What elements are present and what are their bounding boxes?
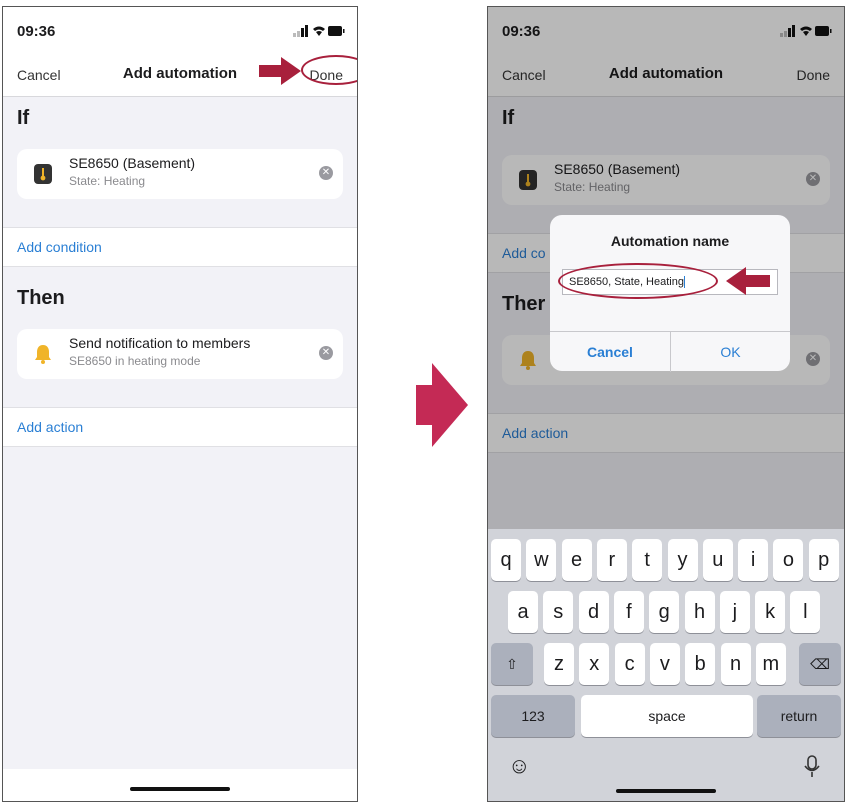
thermostat-icon xyxy=(34,164,52,184)
microphone-icon[interactable] xyxy=(804,755,820,779)
condition-title: SE8650 (Basement) xyxy=(69,155,196,171)
key-t[interactable]: t xyxy=(632,539,663,581)
key-c[interactable]: c xyxy=(614,643,645,685)
key-v[interactable]: v xyxy=(649,643,680,685)
dialog-ok-button[interactable]: OK xyxy=(670,332,790,372)
highlight-ellipse xyxy=(558,263,718,299)
status-icons xyxy=(293,25,345,37)
keyboard-row-1: qwertyuiop xyxy=(488,539,844,581)
numbers-key[interactable]: 123 xyxy=(491,695,575,737)
if-heading: If xyxy=(17,107,30,129)
key-h[interactable]: h xyxy=(684,591,715,633)
key-w[interactable]: w xyxy=(526,539,557,581)
shift-key[interactable]: ⇧ xyxy=(491,643,533,685)
key-p[interactable]: p xyxy=(808,539,839,581)
key-y[interactable]: y xyxy=(667,539,698,581)
key-i[interactable]: i xyxy=(738,539,769,581)
transition-arrow-icon xyxy=(416,363,468,447)
bell-icon xyxy=(35,345,51,364)
key-o[interactable]: o xyxy=(773,539,804,581)
keyboard-row-3: ⇧ ⌫ zxcvbnm xyxy=(488,643,844,685)
key-g[interactable]: g xyxy=(649,591,680,633)
key-k[interactable]: k xyxy=(755,591,786,633)
phone-screen-left: 09:36 Cancel Add automation Done If SE86… xyxy=(2,6,358,802)
phone-screen-right: 09:36 Cancel Add automation Done If SE86… xyxy=(487,6,845,802)
key-b[interactable]: b xyxy=(685,643,716,685)
key-m[interactable]: m xyxy=(755,643,786,685)
dialog-title: Automation name xyxy=(610,233,730,249)
key-l[interactable]: l xyxy=(790,591,821,633)
key-d[interactable]: d xyxy=(578,591,609,633)
keyboard-row-4: 123 space return xyxy=(488,695,844,737)
key-s[interactable]: s xyxy=(543,591,574,633)
key-n[interactable]: n xyxy=(720,643,751,685)
key-j[interactable]: j xyxy=(719,591,750,633)
add-condition-row[interactable]: Add condition xyxy=(3,227,357,267)
key-u[interactable]: u xyxy=(702,539,733,581)
status-bar: 09:36 xyxy=(3,7,357,53)
home-indicator xyxy=(616,789,716,793)
dialog-cancel-button[interactable]: Cancel xyxy=(550,332,670,372)
on-screen-keyboard: qwertyuiop asdfghjkl ⇧ ⌫ zxcvbnm 123 spa… xyxy=(488,529,844,801)
add-action-link[interactable]: Add action xyxy=(17,419,83,435)
then-heading: Then xyxy=(17,287,65,309)
key-x[interactable]: x xyxy=(579,643,610,685)
key-z[interactable]: z xyxy=(544,643,574,685)
return-key[interactable]: return xyxy=(757,695,841,737)
emoji-icon[interactable]: ☺ xyxy=(508,753,530,779)
arrow-icon xyxy=(726,267,770,295)
backspace-key[interactable]: ⌫ xyxy=(799,643,841,685)
condition-subtitle: State: Heating xyxy=(69,174,146,188)
home-area xyxy=(3,769,357,801)
add-action-row[interactable]: Add action xyxy=(3,407,357,447)
add-condition-link[interactable]: Add condition xyxy=(17,239,102,255)
space-key[interactable]: space xyxy=(581,695,753,737)
action-subtitle: SE8650 in heating mode xyxy=(69,354,201,368)
key-q[interactable]: q xyxy=(491,539,521,581)
automation-name-dialog: Automation name SE8650, State, Heating C… xyxy=(550,215,790,372)
keyboard-row-2: asdfghjkl xyxy=(488,591,844,633)
home-indicator xyxy=(130,787,230,791)
dialog-buttons: Cancel OK xyxy=(550,331,790,372)
key-r[interactable]: r xyxy=(596,539,627,581)
key-f[interactable]: f xyxy=(613,591,644,633)
action-title: Send notification to members xyxy=(69,335,251,351)
remove-icon[interactable]: ✕ xyxy=(319,166,333,180)
key-a[interactable]: a xyxy=(508,591,538,633)
status-time: 09:36 xyxy=(17,23,56,40)
arrow-icon xyxy=(259,57,301,85)
key-e[interactable]: e xyxy=(561,539,592,581)
if-condition-card[interactable]: SE8650 (Basement) State: Heating ✕ xyxy=(17,149,343,199)
remove-icon[interactable]: ✕ xyxy=(319,346,333,360)
then-action-card[interactable]: Send notification to members SE8650 in h… xyxy=(17,329,343,379)
